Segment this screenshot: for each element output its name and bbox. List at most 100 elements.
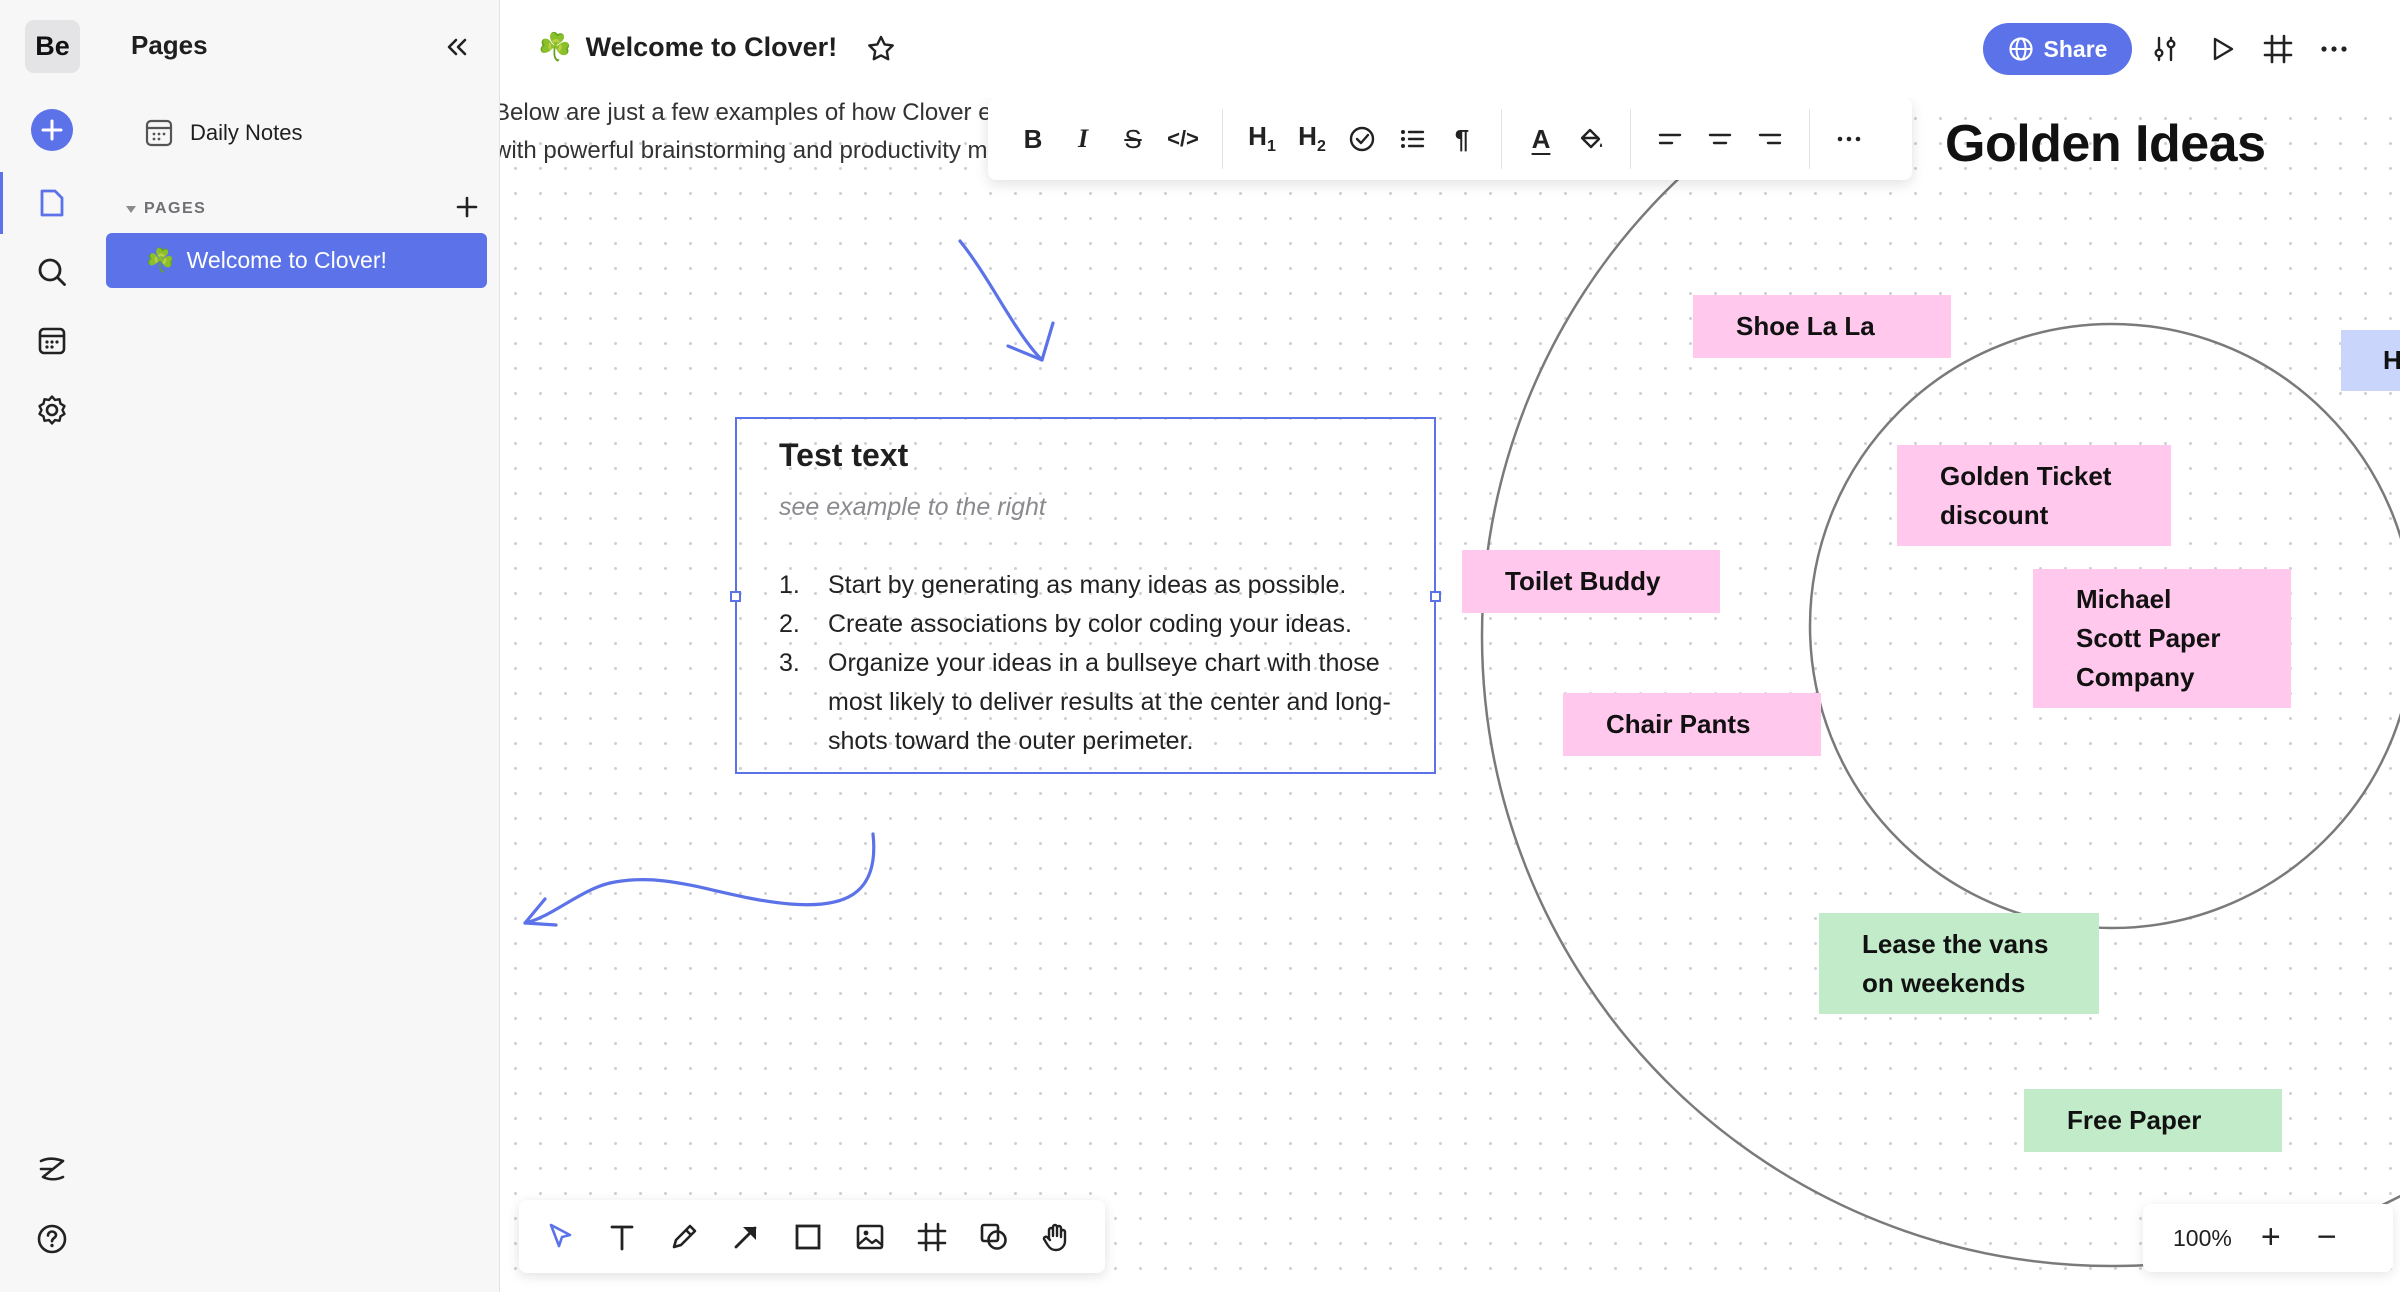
- star-icon: [868, 35, 894, 61]
- brand-icon: [39, 1157, 65, 1181]
- new-page-button[interactable]: [30, 108, 74, 152]
- arrow-icon: [734, 1226, 757, 1248]
- intro-line-2: with powerful brainstorming and producti…: [500, 137, 1067, 164]
- document-title[interactable]: ☘️ Welcome to Clover!: [538, 31, 837, 63]
- zoom-level: 100%: [2173, 1224, 2232, 1251]
- workspace-logo[interactable]: Be: [25, 20, 80, 73]
- paragraph-icon: ¶: [1454, 123, 1470, 154]
- strikethrough-button[interactable]: S: [1108, 114, 1158, 164]
- canvas-heading[interactable]: Golden Ideas: [1945, 114, 2266, 174]
- pages-section-header[interactable]: PAGES: [122, 196, 482, 222]
- zoom-in-button[interactable]: +: [2254, 1220, 2288, 1255]
- italic-button[interactable]: I: [1058, 114, 1108, 164]
- highlight-button[interactable]: [1566, 114, 1616, 164]
- search-icon: [38, 258, 66, 286]
- align-left-button[interactable]: [1645, 114, 1695, 164]
- add-page-icon[interactable]: [452, 192, 482, 222]
- sticky-text: H: [2383, 345, 2400, 375]
- formatting-toolbar: B I S </> H1 H2 ¶ A: [988, 98, 1912, 180]
- help-button[interactable]: [30, 1217, 74, 1261]
- paragraph-button[interactable]: ¶: [1437, 114, 1487, 164]
- zoom-out-button[interactable]: −: [2310, 1220, 2344, 1255]
- bullet-list-button[interactable]: [1387, 114, 1437, 164]
- more-format-button[interactable]: [1824, 114, 1874, 164]
- heading1-button[interactable]: H1: [1237, 114, 1287, 164]
- shapes-tool[interactable]: [965, 1208, 1023, 1266]
- sticky-note[interactable]: Chair Pants: [1563, 693, 1821, 756]
- panel-title: Pages: [131, 30, 208, 60]
- share-button[interactable]: Share: [1983, 23, 2132, 75]
- hand-icon: [1042, 1223, 1067, 1251]
- sticky-note[interactable]: Golden Ticket discount: [1897, 445, 2171, 546]
- pages-nav-button[interactable]: [30, 181, 74, 225]
- sticky-note[interactable]: Lease the vans on weekends: [1819, 913, 2099, 1014]
- resize-handle-right[interactable]: [1430, 591, 1441, 602]
- align-left-icon: [1658, 133, 1682, 145]
- image-tool[interactable]: [841, 1208, 899, 1266]
- sticky-note-partial[interactable]: H: [2341, 330, 2400, 391]
- strikethrough-icon: S: [1124, 123, 1142, 154]
- frame-tool[interactable]: [903, 1208, 961, 1266]
- whiteboard-canvas[interactable]: Below are just a few examples of how Clo…: [500, 98, 2400, 1292]
- settings-nav-button[interactable]: [30, 388, 74, 432]
- align-right-button[interactable]: [1745, 114, 1795, 164]
- search-nav-button[interactable]: [30, 250, 74, 294]
- textbox-subtitle: see example to the right: [779, 493, 1046, 521]
- sticky-note[interactable]: Toilet Buddy: [1462, 550, 1720, 613]
- heading2-icon: H2: [1298, 121, 1326, 156]
- sticky-text: Chair Pants: [1606, 709, 1751, 739]
- code-button[interactable]: </>: [1158, 114, 1208, 164]
- text-color-icon: A: [1531, 123, 1551, 154]
- calendar-nav-button[interactable]: [30, 319, 74, 363]
- globe-icon: [2008, 37, 2033, 61]
- sticky-note[interactable]: Free Paper: [2024, 1089, 2282, 1152]
- present-button[interactable]: [2204, 31, 2240, 67]
- bold-icon: B: [1023, 123, 1043, 154]
- sticky-note[interactable]: Michael Scott Paper Company: [2033, 569, 2291, 708]
- select-icon: [549, 1223, 572, 1247]
- selected-text-box[interactable]: Test text see example to the right 1. Sta…: [730, 417, 1441, 774]
- rectangle-tool[interactable]: [779, 1208, 837, 1266]
- textbox-list: 1. Start by generating as many ideas as p…: [779, 566, 1419, 761]
- text-color-button[interactable]: A: [1516, 114, 1566, 164]
- clover-emoji-icon: ☘️: [146, 247, 175, 273]
- hand-tool[interactable]: [1027, 1208, 1085, 1266]
- calendar-icon: [145, 119, 173, 147]
- more-options-button[interactable]: [2316, 31, 2352, 67]
- list-text: Start by generating as many ideas as pos…: [828, 571, 1347, 599]
- select-tool[interactable]: [531, 1208, 589, 1266]
- daily-notes-label: Daily Notes: [190, 120, 303, 145]
- bold-button[interactable]: B: [1008, 114, 1058, 164]
- check-circle-icon: [1349, 126, 1375, 152]
- list-item: 2. Create associations by color coding yo…: [779, 605, 1419, 644]
- sticky-text: Scott Paper: [2076, 623, 2221, 653]
- document-header: ☘️ Welcome to Clover! Share: [500, 0, 2400, 98]
- brand-button[interactable]: [30, 1148, 74, 1192]
- checklist-button[interactable]: [1337, 114, 1387, 164]
- daily-notes-item[interactable]: Daily Notes: [144, 113, 302, 153]
- resize-handle-left[interactable]: [730, 591, 741, 602]
- favorite-button[interactable]: [864, 32, 898, 66]
- align-center-button[interactable]: [1695, 114, 1745, 164]
- pen-tool[interactable]: [655, 1208, 713, 1266]
- list-icon: [1401, 130, 1425, 148]
- active-indicator: [0, 172, 3, 234]
- help-icon: [37, 1224, 67, 1254]
- sticky-text: Shoe La La: [1736, 311, 1875, 341]
- adjustments-button[interactable]: [2147, 31, 2183, 67]
- text-icon: [610, 1225, 634, 1250]
- collapse-sidebar-button[interactable]: [440, 30, 474, 64]
- list-number: 1.: [779, 571, 800, 599]
- sidebar-item-welcome[interactable]: ☘️ Welcome to Clover!: [106, 233, 487, 288]
- rectangle-icon: [795, 1224, 821, 1249]
- list-text: Create associations by color coding your…: [828, 610, 1352, 638]
- image-icon: [856, 1224, 884, 1249]
- heading2-button[interactable]: H2: [1287, 114, 1337, 164]
- icon-rail: Be: [0, 0, 104, 1292]
- canvas-toolbar: [519, 1200, 1105, 1273]
- sticky-note[interactable]: Shoe La La: [1693, 295, 1951, 358]
- frame-button[interactable]: [2260, 31, 2296, 67]
- arrow-tool[interactable]: [717, 1208, 775, 1266]
- text-tool[interactable]: [593, 1208, 651, 1266]
- sticky-text: Company: [2076, 662, 2195, 692]
